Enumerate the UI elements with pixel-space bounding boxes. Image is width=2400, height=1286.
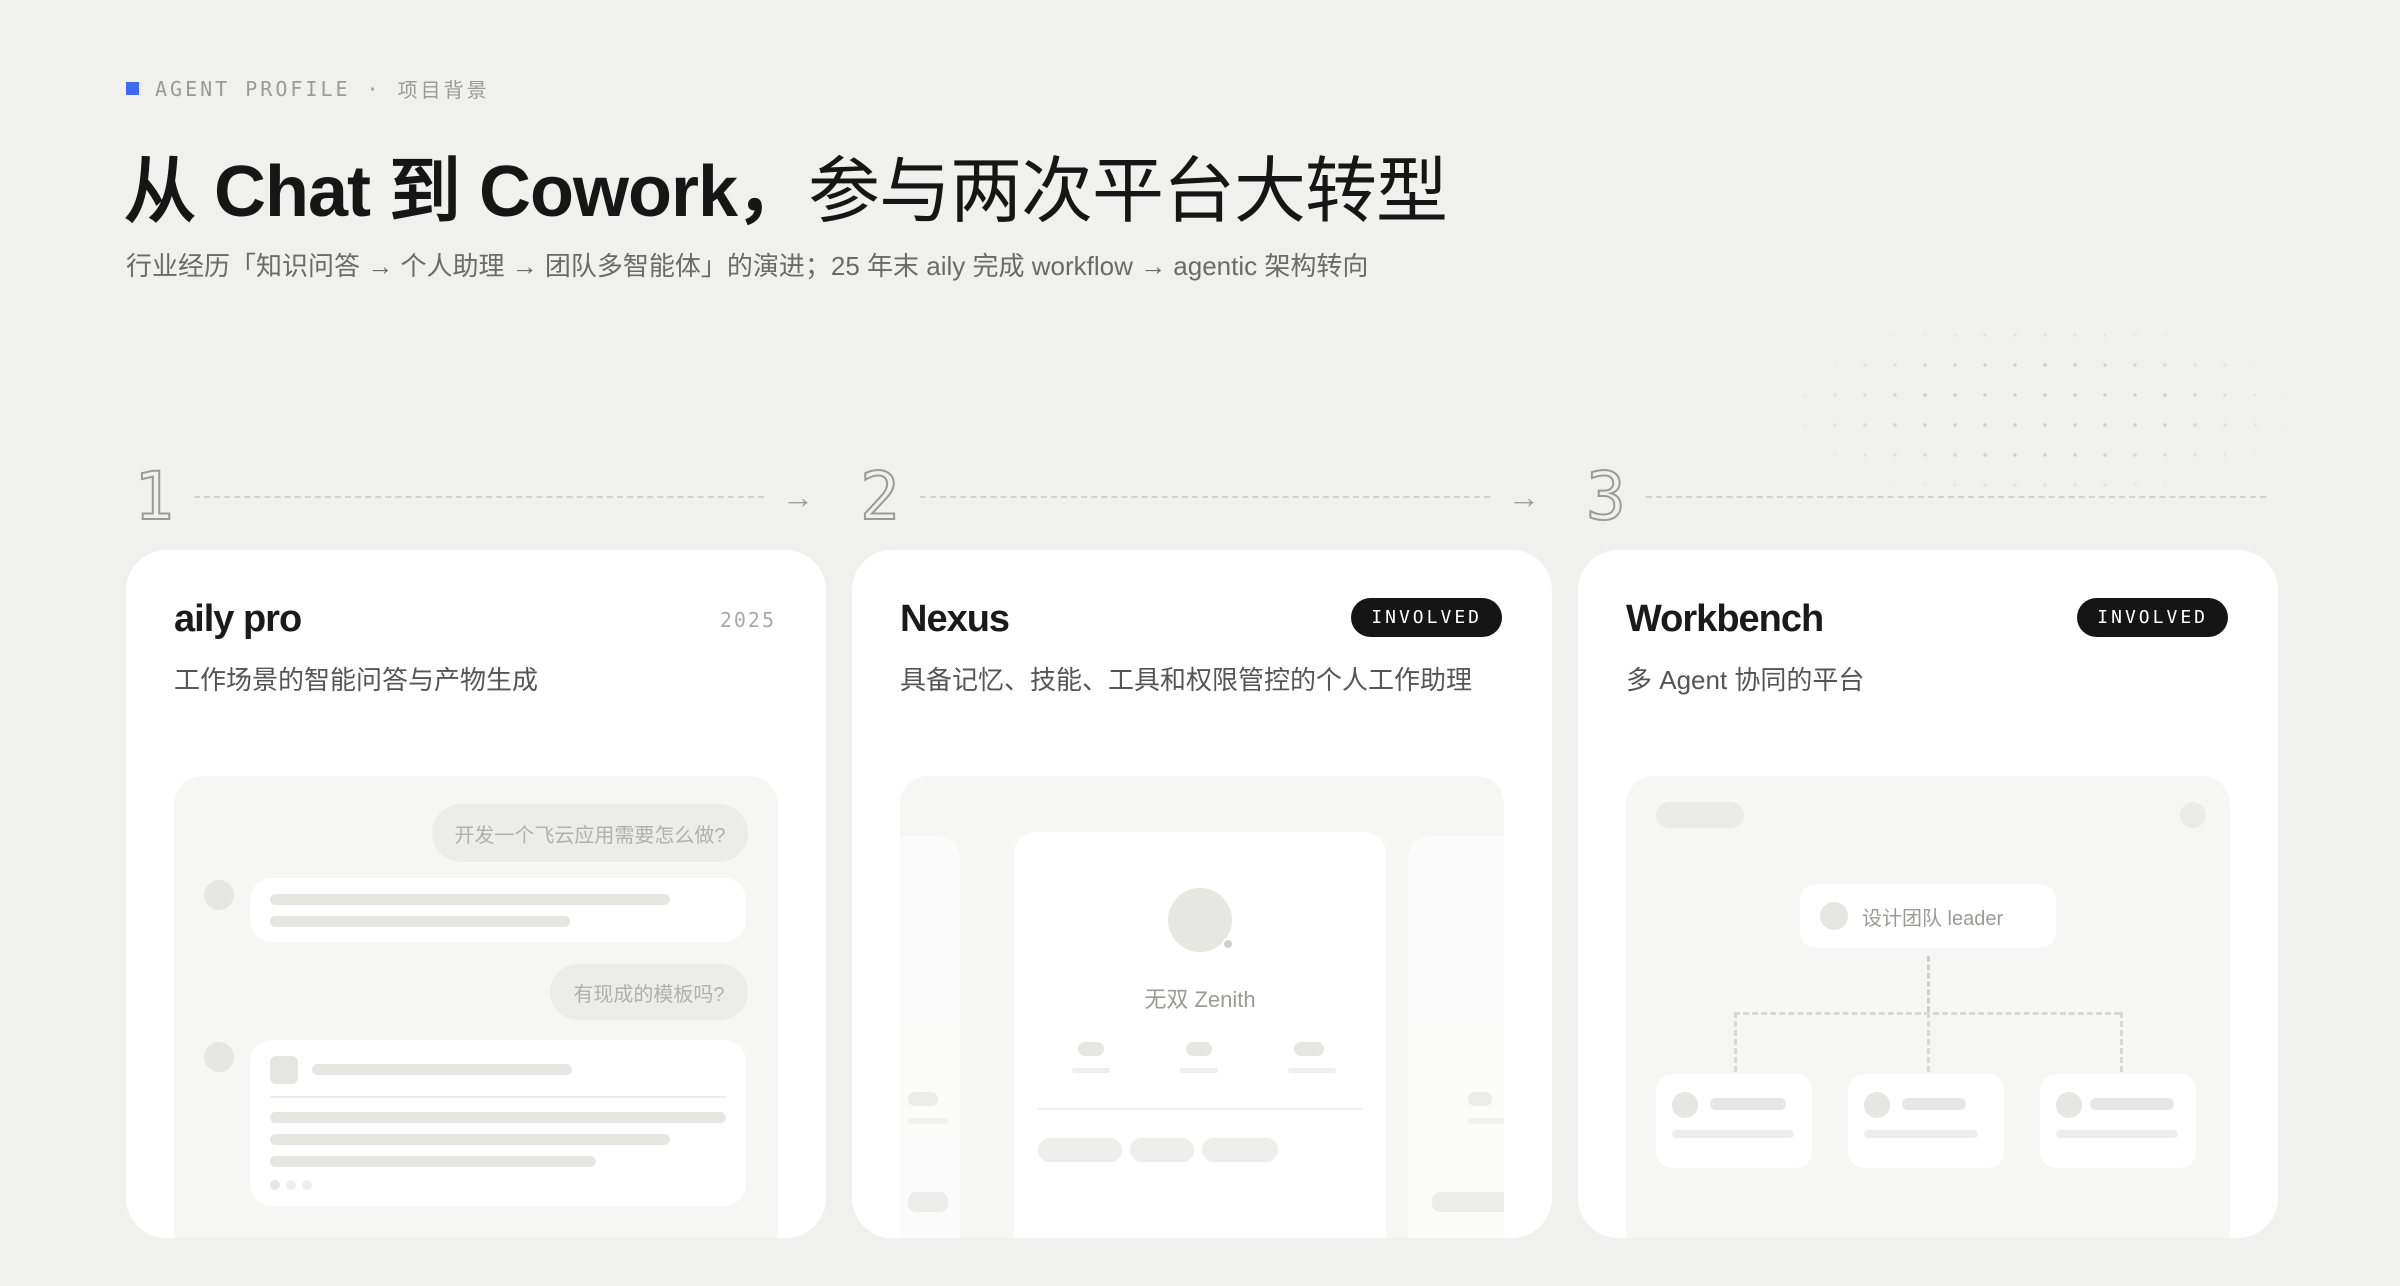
card-workbench[interactable]: Workbench INVOLVED 多 Agent 协同的平台 设计团队 le… [1578, 550, 2278, 1238]
step-2: 2 → [859, 462, 1540, 532]
card-nexus[interactable]: Nexus INVOLVED 具备记忆、技能、工具和权限管控的个人工作助理 无双… [852, 550, 1552, 1238]
chat-preview: 开发一个飞云应用需要怎么做? 有现成的模板吗? [174, 776, 778, 1238]
step-number: 3 [1585, 463, 1646, 531]
card-description: 工作场景的智能问答与产物生成 [174, 665, 539, 695]
title-bold: 从 Chat 到 Cowork， [124, 152, 809, 232]
page-subtitle: 行业经历「知识问答 → 个人助理 → 团队多智能体」的演进；25 年末 aily… [126, 251, 1369, 281]
avatar [204, 880, 234, 910]
agent-node [1848, 1074, 2004, 1168]
step-connector [1646, 496, 2266, 498]
step-number: 2 [859, 463, 920, 531]
eyebrow-section: 项目背景 [397, 78, 490, 102]
multi-agent-preview: 设计团队 leader [1626, 776, 2230, 1238]
arrow-right-icon: → [782, 478, 814, 515]
card-aily-pro[interactable]: aily pro 2025 工作场景的智能问答与产物生成 开发一个飞云应用需要怎… [126, 550, 826, 1238]
step-1: 1 → [133, 462, 814, 532]
involved-badge: INVOLVED [1351, 598, 1502, 637]
leader-node: 设计团队 leader [1800, 884, 2056, 948]
eyebrow-separator: · [366, 76, 382, 101]
eyebrow: AGENT PROFILE · 项目背景 [126, 74, 490, 103]
assistant-name: 无双 Zenith [1144, 987, 1256, 1012]
step-3: 3 [1585, 462, 2266, 532]
user-message-bubble: 开发一个飞云应用需要怎么做? [432, 804, 748, 862]
involved-badge: INVOLVED [2077, 598, 2228, 637]
status-dot-icon [1222, 938, 1234, 950]
card-year: 2025 [719, 608, 776, 632]
agent-node [2040, 1074, 2196, 1168]
profile-card: 无双 Zenith [1014, 832, 1386, 1238]
avatar [1820, 902, 1848, 930]
title-thin: 参与两次平台大转型 [808, 152, 1448, 232]
user-message-bubble: 有现成的模板吗? [550, 964, 748, 1020]
card-title: Nexus [900, 598, 1010, 640]
eyebrow-label: AGENT PROFILE [155, 76, 351, 101]
side-card [900, 836, 960, 1238]
card-description: 具备记忆、技能、工具和权限管控的个人工作助理 [900, 665, 1473, 695]
avatar [204, 1042, 234, 1072]
side-card [1408, 836, 1504, 1238]
step-number: 1 [133, 463, 194, 531]
step-connector [920, 496, 1490, 498]
page-title: 从 Chat 到 Cowork，参与两次平台大转型 [124, 132, 1448, 237]
assistant-message-bubble [250, 1040, 746, 1206]
card-title: aily pro [174, 598, 302, 640]
assistant-profile-preview: 无双 Zenith [900, 776, 1504, 1238]
agent-node [1656, 1074, 1812, 1168]
accent-square-icon [126, 82, 139, 95]
card-description: 多 Agent 协同的平台 [1626, 665, 1865, 695]
assistant-message-bubble [250, 878, 746, 942]
step-connector [194, 496, 764, 498]
leader-label: 设计团队 leader [1862, 907, 2004, 930]
arrow-right-icon: → [1508, 478, 1540, 515]
card-title: Workbench [1626, 598, 1824, 640]
